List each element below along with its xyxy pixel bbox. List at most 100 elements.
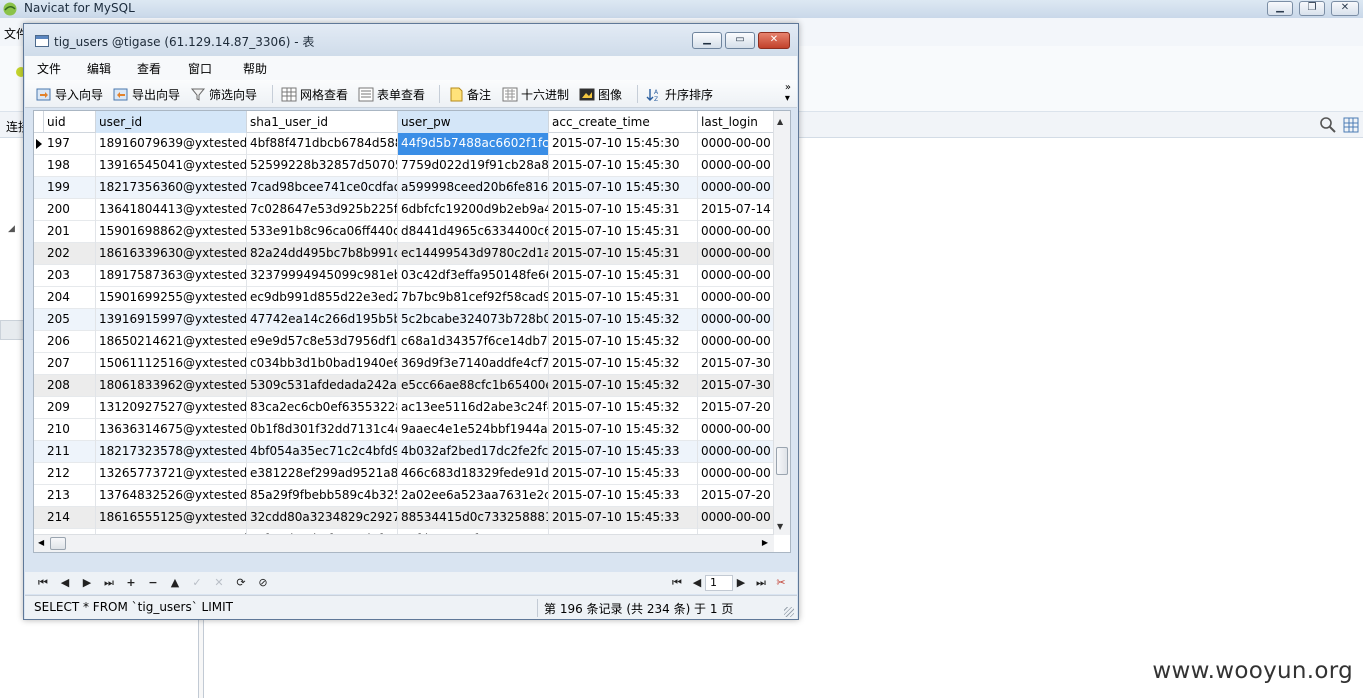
cell-last-login[interactable]: 2015-07-30 0	[698, 353, 774, 375]
cell-acc-create-time[interactable]: 2015-07-10 15:45:33	[549, 507, 698, 529]
scroll-left-icon[interactable]: ◀	[38, 538, 44, 547]
next-page-icon[interactable]: ▶	[733, 575, 749, 591]
cell-user-id[interactable]: 13641804413@yxtestedu.	[96, 199, 247, 221]
cell-uid[interactable]: 213	[44, 485, 96, 507]
cell-uid[interactable]: 199	[44, 177, 96, 199]
cell-user-pw[interactable]: d8441d4965c6334400c63	[398, 221, 549, 243]
cell-user-pw[interactable]: 6dbfcfc19200d9b2eb9a4	[398, 199, 549, 221]
cell-sha1-user-id[interactable]: 32379994945099c981ebc	[247, 265, 398, 287]
cell-last-login[interactable]: 0000-00-00 0	[698, 265, 774, 287]
cell-user-pw[interactable]: 44f9d5b7488ac6602f1fc4	[398, 133, 549, 155]
cell-acc-create-time[interactable]: 2015-07-10 15:45:32	[549, 309, 698, 331]
cell-sha1-user-id[interactable]: 52599228b32857d50705f	[247, 155, 398, 177]
cell-acc-create-time[interactable]: 2015-07-10 15:45:31	[549, 221, 698, 243]
table-row[interactable]: 198 13916545041@yxtestedu. 52599228b32857d…	[34, 155, 774, 177]
cell-sha1-user-id[interactable]: 83ca2ec6cb0ef63553228(	[247, 397, 398, 419]
apply-changes-icon[interactable]: ✓	[189, 575, 205, 591]
horizontal-scrollbar[interactable]: ◀ ▶	[34, 534, 774, 552]
cell-user-id[interactable]: 18917587363@yxtestedu.	[96, 265, 247, 287]
cell-acc-create-time[interactable]: 2015-07-10 15:45:31	[549, 199, 698, 221]
cell-user-id[interactable]: 15061112516@yxtestedu.	[96, 353, 247, 375]
cell-acc-create-time[interactable]: 2015-07-10 15:45:32	[549, 375, 698, 397]
page-number-input[interactable]: 1	[705, 575, 733, 591]
table-row[interactable]: 204 15901699255@yxtestedu. ec9db991d855d22…	[34, 287, 774, 309]
vertical-scroll-thumb[interactable]	[776, 447, 788, 475]
cell-uid[interactable]: 198	[44, 155, 96, 177]
app-close-button[interactable]: ✕	[1331, 1, 1359, 16]
row-indicator[interactable]	[34, 331, 44, 353]
cell-user-id[interactable]: 13916545041@yxtestedu.	[96, 155, 247, 177]
scroll-up-icon[interactable]: ▲	[777, 117, 783, 126]
discard-changes-icon[interactable]: ✕	[211, 575, 227, 591]
cell-uid[interactable]: 203	[44, 265, 96, 287]
row-indicator[interactable]	[34, 375, 44, 397]
row-indicator[interactable]	[34, 287, 44, 309]
menu-window[interactable]: 窗口	[188, 60, 212, 77]
menu-help[interactable]: 帮助	[243, 60, 267, 77]
cell-uid[interactable]: 214	[44, 507, 96, 529]
cell-last-login[interactable]: 0000-00-00 0	[698, 177, 774, 199]
column-header-last-login[interactable]: last_login	[698, 111, 774, 133]
cell-user-pw[interactable]: 466c683d18329fede91d4	[398, 463, 549, 485]
menu-view[interactable]: 查看	[137, 60, 161, 77]
table-row[interactable]: 209 13120927527@yxtestedu. 83ca2ec6cb0ef63…	[34, 397, 774, 419]
cell-sha1-user-id[interactable]: 4bf88f471dbcb6784d588	[247, 133, 398, 155]
menu-file[interactable]: 文件	[37, 60, 61, 77]
table-row[interactable]: 197 18916079639@yxtestedu. 4bf88f471dbcb67…	[34, 133, 774, 155]
cell-acc-create-time[interactable]: 2015-07-10 15:45:31	[549, 243, 698, 265]
cell-user-pw[interactable]: ec14499543d9780c2d1a3	[398, 243, 549, 265]
cell-last-login[interactable]: 0000-00-00 0	[698, 463, 774, 485]
cell-user-id[interactable]: 13916915997@yxtestedu.	[96, 309, 247, 331]
row-indicator[interactable]	[34, 353, 44, 375]
table-row[interactable]: 203 18917587363@yxtestedu. 32379994945099c…	[34, 265, 774, 287]
cell-acc-create-time[interactable]: 2015-07-10 15:45:33	[549, 485, 698, 507]
cell-acc-create-time[interactable]: 2015-07-10 15:45:30	[549, 155, 698, 177]
table-row[interactable]: 201 15901698862@yxtestedu. 533e91b8c96ca06…	[34, 221, 774, 243]
data-grid[interactable]: uid user_id sha1_user_id user_pw acc_cre…	[33, 110, 791, 553]
prev-record-icon[interactable]: ◀	[57, 575, 73, 591]
cell-sha1-user-id[interactable]: e9e9d57c8e53d7956df16	[247, 331, 398, 353]
cell-last-login[interactable]: 2015-07-14 1	[698, 199, 774, 221]
cell-acc-create-time[interactable]: 2015-07-10 15:45:33	[549, 463, 698, 485]
row-indicator[interactable]	[34, 441, 44, 463]
cell-sha1-user-id[interactable]: 5309c531afdedada242ad	[247, 375, 398, 397]
cell-last-login[interactable]: 0000-00-00 0	[698, 287, 774, 309]
table-row[interactable]: 214 18616555125@yxtestedu. 32cdd80a3234829…	[34, 507, 774, 529]
cell-user-pw[interactable]: e5cc66ae88cfc1b65400e0	[398, 375, 549, 397]
table-row[interactable]: 210 13636314675@yxtestedu. 0b1f8d301f32dd7…	[34, 419, 774, 441]
cell-user-id[interactable]: 18217356360@yxtestedu.	[96, 177, 247, 199]
cell-user-id[interactable]: 15901699255@yxtestedu.	[96, 287, 247, 309]
cell-sha1-user-id[interactable]: 0b1f8d301f32dd7131c4c(	[247, 419, 398, 441]
cell-last-login[interactable]: 0000-00-00 0	[698, 507, 774, 529]
image-button[interactable]: 图像	[579, 84, 622, 104]
cell-user-id[interactable]: 18616339630@yxtestedu.	[96, 243, 247, 265]
cell-last-login[interactable]: 0000-00-00 0	[698, 441, 774, 463]
first-page-icon[interactable]: ⏮	[669, 575, 685, 591]
cell-acc-create-time[interactable]: 2015-07-10 15:45:32	[549, 353, 698, 375]
cell-sha1-user-id[interactable]: 7cad98bcee741ce0cdfad:	[247, 177, 398, 199]
hex-button[interactable]: 十六进制	[502, 84, 569, 104]
table-window-titlebar[interactable]: tig_users @tigase (61.129.14.87_3306) - …	[24, 24, 798, 56]
table-row[interactable]: 205 13916915997@yxtestedu. 47742ea14c266d1…	[34, 309, 774, 331]
row-indicator[interactable]	[34, 265, 44, 287]
resize-grip-icon[interactable]	[784, 607, 794, 617]
cell-sha1-user-id[interactable]: 85a29f9fbebb589c4b325(	[247, 485, 398, 507]
table-row[interactable]: 212 13265773721@yxtestedu. e381228ef299ad9…	[34, 463, 774, 485]
cell-user-pw[interactable]: 369d9f3e7140addfe4cf77	[398, 353, 549, 375]
row-indicator[interactable]	[34, 463, 44, 485]
cell-sha1-user-id[interactable]: 4bf054a35ec71c2c4bfd98	[247, 441, 398, 463]
scroll-down-icon[interactable]: ▼	[777, 522, 783, 531]
refresh-icon[interactable]: ⟳	[233, 575, 249, 591]
cell-uid[interactable]: 201	[44, 221, 96, 243]
cell-last-login[interactable]: 2015-07-20 1	[698, 397, 774, 419]
cell-uid[interactable]: 200	[44, 199, 96, 221]
add-record-icon[interactable]: +	[123, 575, 139, 591]
settings-tools-icon[interactable]: ✂	[773, 575, 789, 591]
last-page-icon[interactable]: ⏭	[753, 575, 769, 591]
cell-acc-create-time[interactable]: 2015-07-10 15:45:30	[549, 177, 698, 199]
stop-icon[interactable]: ⊘	[255, 575, 271, 591]
cell-user-id[interactable]: 18650214621@yxtestedu.	[96, 331, 247, 353]
app-minimize-button[interactable]: ▁	[1267, 1, 1293, 16]
cell-uid[interactable]: 206	[44, 331, 96, 353]
cell-user-pw[interactable]: 2a02ee6a523aa7631e2ca	[398, 485, 549, 507]
